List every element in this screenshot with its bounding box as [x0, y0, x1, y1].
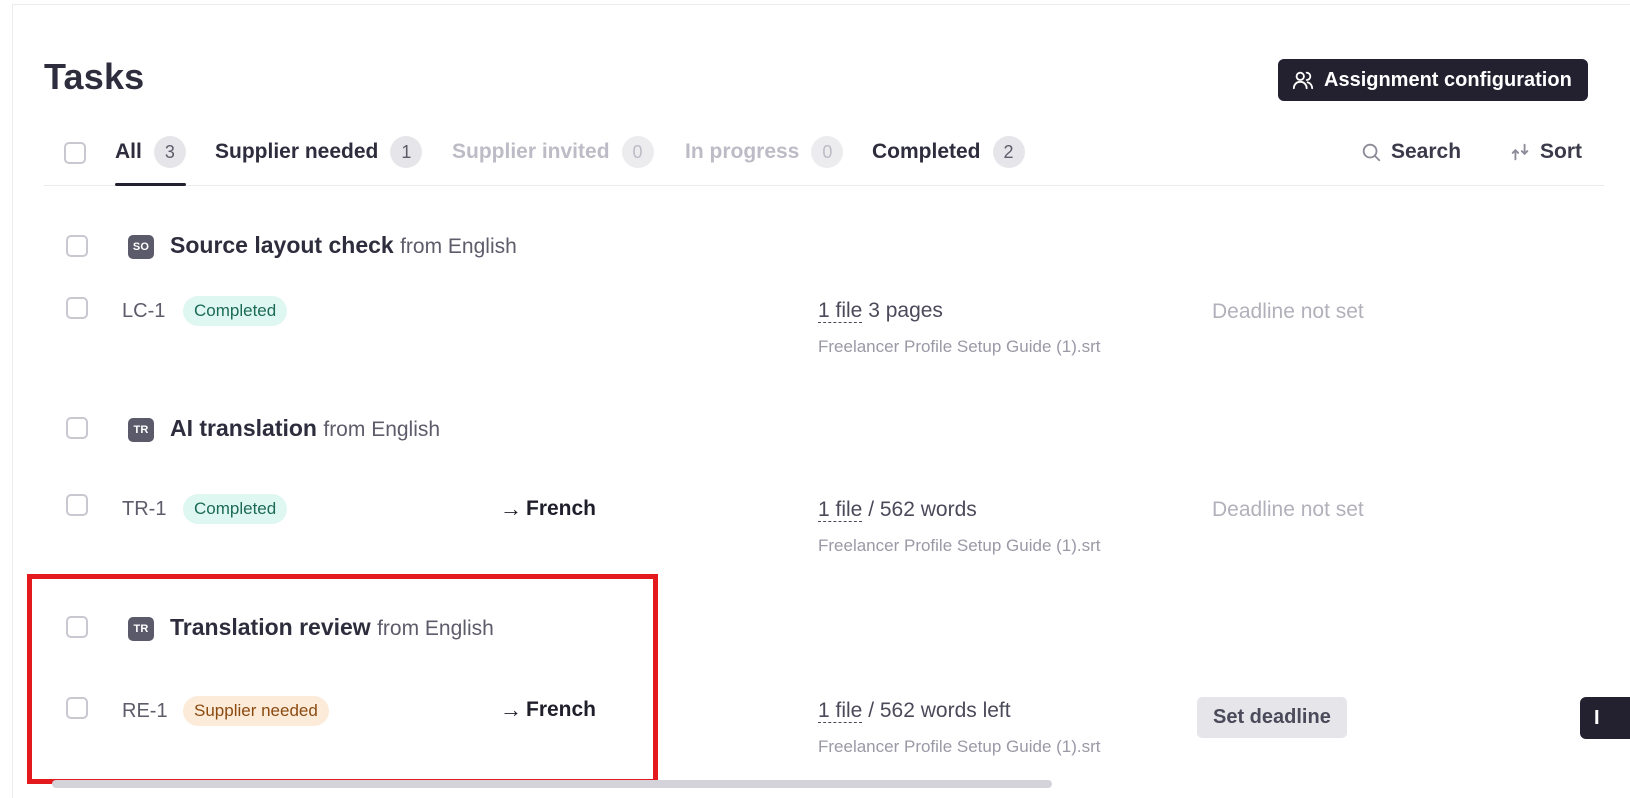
task-id: LC-1: [122, 300, 166, 322]
assignment-configuration-button[interactable]: Assignment configuration: [1278, 59, 1588, 101]
group-title-text: AI translation: [170, 415, 317, 441]
group-checkbox[interactable]: [66, 235, 88, 257]
highlight-annotation-box: [27, 574, 658, 784]
tab-count: 0: [621, 136, 654, 168]
file-name: Freelancer Profile Setup Guide (1).srt: [818, 337, 1101, 356]
sort-icon: [1511, 143, 1529, 161]
file-link[interactable]: 1 file: [818, 299, 863, 323]
file-detail: 3 pages: [862, 299, 943, 322]
task-type-icon: TR: [128, 418, 154, 442]
deadline-text: Deadline not set: [1212, 498, 1364, 521]
group-title[interactable]: Source layout check from English: [170, 232, 517, 259]
task-type-icon: SO: [128, 235, 154, 259]
tab-count: 3: [153, 136, 186, 168]
file-detail: / 562 words left: [862, 699, 1011, 722]
group-source-language: from English: [323, 418, 441, 441]
group-title-text: Source layout check: [170, 232, 394, 258]
tab-count: 2: [992, 136, 1025, 168]
sort-label: Sort: [1540, 140, 1582, 163]
tab-label: Completed: [872, 140, 981, 163]
arrow-right-icon: →: [500, 496, 522, 521]
task-files: 1 file / 562 words left: [818, 699, 1011, 723]
tab-supplier-needed[interactable]: Supplier needed 1: [215, 136, 423, 186]
task-files: 1 file 3 pages: [818, 299, 943, 323]
status-badge: Completed: [183, 296, 288, 326]
search-icon: [1362, 143, 1381, 162]
task-files: 1 file / 562 words: [818, 498, 977, 522]
search-button[interactable]: Search: [1360, 136, 1461, 168]
tab-completed[interactable]: Completed 2: [872, 136, 1025, 186]
tab-count: 0: [811, 136, 844, 168]
file-link[interactable]: 1 file: [818, 498, 863, 522]
search-label: Search: [1391, 140, 1462, 163]
tab-label: Supplier invited: [452, 140, 610, 163]
group-title[interactable]: AI translation from English: [170, 415, 440, 442]
tab-count: 1: [390, 136, 423, 168]
users-icon: [1292, 71, 1314, 90]
select-all-checkbox[interactable]: [64, 142, 86, 164]
tab-supplier-invited[interactable]: Supplier invited 0: [452, 136, 654, 186]
tab-all[interactable]: All 3: [115, 136, 186, 186]
group-checkbox[interactable]: [66, 417, 88, 439]
file-link[interactable]: 1 file: [818, 699, 863, 723]
task-checkbox[interactable]: [66, 494, 88, 516]
tab-in-progress[interactable]: In progress 0: [685, 136, 844, 186]
tabs-bar: All 3 Supplier needed 1 Supplier invited…: [44, 128, 1604, 186]
target-language: → French: [500, 496, 596, 522]
horizontal-scrollbar[interactable]: [52, 780, 1052, 788]
page-title: Tasks: [44, 56, 145, 97]
task-id: TR-1: [122, 498, 167, 520]
assignment-configuration-label: Assignment configuration: [1324, 68, 1572, 91]
task-checkbox[interactable]: [66, 297, 88, 319]
deadline-text: Deadline not set: [1212, 300, 1364, 323]
group-source-language: from English: [400, 235, 517, 258]
tab-label: All: [115, 140, 142, 163]
set-deadline-button[interactable]: Set deadline: [1197, 697, 1347, 738]
target-language-label: French: [526, 497, 597, 520]
tab-label: Supplier needed: [215, 140, 379, 163]
truncated-action-button[interactable]: I: [1580, 697, 1630, 739]
sort-button[interactable]: Sort: [1509, 136, 1582, 168]
file-name: Freelancer Profile Setup Guide (1).srt: [818, 536, 1101, 555]
file-detail: / 562 words: [862, 498, 977, 521]
file-name: Freelancer Profile Setup Guide (1).srt: [818, 737, 1101, 756]
status-badge: Completed: [183, 494, 288, 524]
tab-label: In progress: [685, 140, 800, 163]
